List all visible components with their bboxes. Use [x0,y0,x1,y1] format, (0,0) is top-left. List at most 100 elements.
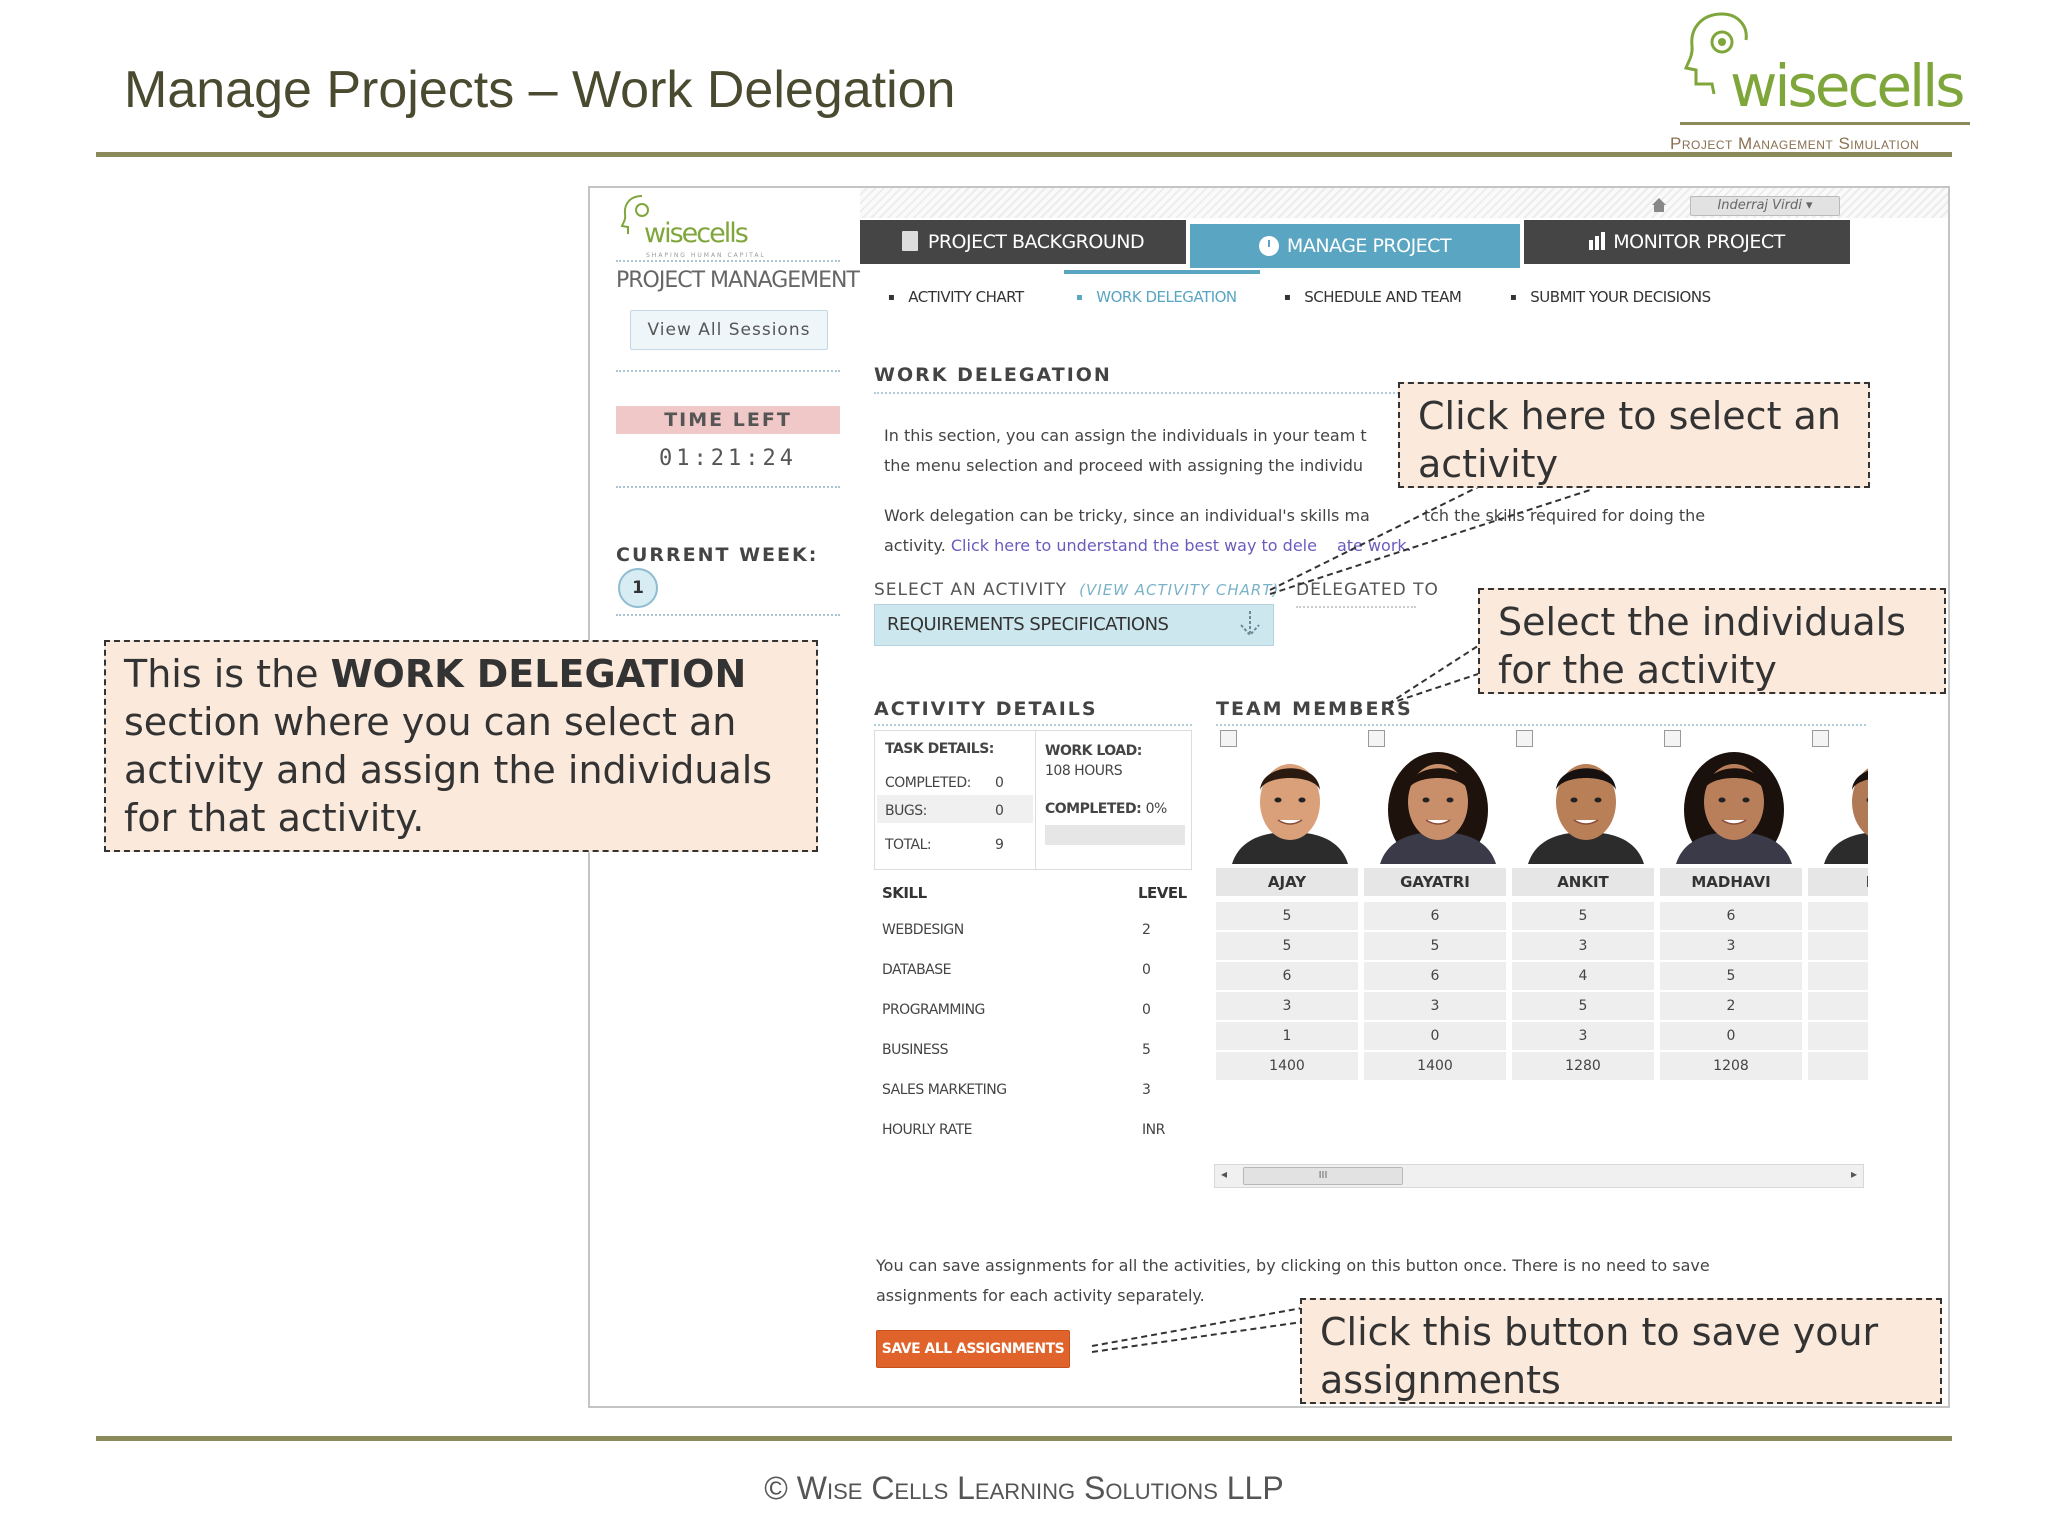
callout-line: assignments [1320,1358,1561,1402]
select-activity-callout: Click here to select an activity [1398,382,1870,488]
member-skill-value: 1400 [1216,1052,1358,1080]
team-member-column: MADHAVI 6 3 5 2 0 1208 [1660,730,1802,1330]
work-delegation-callout: This is the WORK DELEGATION section wher… [104,640,818,852]
subnav-work-delegation[interactable]: WORK DELEGATION [1076,288,1237,306]
heading-rule [1216,724,1866,726]
sidebar-divider [616,260,840,262]
work-delegation-heading: WORK DELEGATION [874,364,1112,386]
team-member-column: GAYATRI 6 5 6 3 0 1400 [1364,730,1506,1330]
skill-name: PROGRAMMING [882,1002,985,1018]
brand-logo: wisecells Project Management Simulation [1670,6,1970,156]
callout-emphasis: WORK DELEGATION [330,652,747,696]
member-name: MADHAVI [1660,868,1802,896]
view-activity-chart-link[interactable]: (VIEW ACTIVITY CHART) [1079,581,1279,599]
subnav-schedule-and-team[interactable]: SCHEDULE AND TEAM [1284,288,1462,306]
bugs-value: 0 [995,803,1004,819]
view-all-sessions-button[interactable]: View All Sessions [630,310,828,350]
member-photo [1370,750,1506,864]
intro-line-2: the menu selection and proceed with assi… [884,456,1364,475]
member-name: MA [1808,868,1868,896]
delegated-to-label: DELEGATED TO [1296,580,1439,600]
callout-line: activity [1418,442,1559,486]
intro-line-4: activity. Click here to understand the b… [884,536,1412,555]
skill-name: DATABASE [882,962,951,978]
team-member-column: ANKIT 5 3 4 5 3 1280 [1512,730,1654,1330]
delegation-help-link-end[interactable]: ate work. [1337,536,1412,555]
tab-manage-project[interactable]: MANAGE PROJECT [1190,224,1520,268]
save-all-assignments-button[interactable]: SAVE ALL ASSIGNMENTS [876,1330,1070,1368]
member-photo [1814,750,1868,864]
completed-label: COMPLETED: [885,775,971,791]
intro-text: activity. [884,536,946,555]
member-skill-value: 6 [1216,962,1358,990]
member-skill-value: 6 [1660,902,1802,930]
skill-level: 0 [1142,1002,1151,1018]
tab-project-background[interactable]: PROJECT BACKGROUND [860,220,1186,264]
team-members-heading: TEAM MEMBERS [1216,698,1413,720]
label-text: SELECT AN ACTIVITY [874,580,1068,600]
member-skill-value: 1400 [1364,1052,1506,1080]
select-individuals-callout: Select the individuals for the activity [1478,588,1946,694]
member-select-checkbox[interactable] [1664,730,1681,747]
tab-label: MONITOR PROJECT [1613,231,1785,253]
total-label: TOTAL: [885,837,932,853]
skill-name: WEBDESIGN [882,922,964,938]
task-details-label: TASK DETAILS: [885,741,994,757]
member-skill-value: 1 [1216,1022,1358,1050]
member-skill-value: 1208 [1660,1052,1802,1080]
workload-label: WORK LOAD: [1045,743,1142,759]
module-name: PROJECT MANAGEMENT [616,268,860,293]
member-photo [1222,750,1358,864]
completed-pct-label: COMPLETED: 0% [1045,801,1167,817]
task-divider [1035,731,1036,869]
member-select-checkbox[interactable] [1516,730,1533,747]
member-skill-value: 5 [1364,932,1506,960]
callout-line: This is the WORK DELEGATION [124,650,798,698]
total-value: 9 [995,837,1004,853]
tab-monitor-project[interactable]: MONITOR PROJECT [1524,220,1850,264]
member-skill-value [1808,1022,1868,1050]
skill-level: 3 [1142,1082,1151,1098]
subnav-submit-decisions[interactable]: SUBMIT YOUR DECISIONS [1510,288,1711,306]
member-select-checkbox[interactable] [1812,730,1829,747]
sidebar-divider [616,614,840,616]
member-skill-value: 5 [1512,902,1654,930]
app-logo-sub: SHAPING HUMAN CAPITAL [646,252,766,259]
user-dropdown[interactable]: Inderraj Virdi ▾ [1690,196,1840,216]
member-skill-value [1808,902,1868,930]
skill-name: SALES MARKETING [882,1082,1007,1098]
member-skill-value: 3 [1660,932,1802,960]
member-select-checkbox[interactable] [1220,730,1237,747]
heading-rule [874,724,1192,726]
bar-chart-icon [1589,222,1606,266]
member-skill-value: 0 [1364,1022,1506,1050]
team-member-column: MA 1( [1808,730,1868,1330]
activity-details-heading: ACTIVITY DETAILS [874,698,1098,720]
callout-line: for that activity. [124,796,425,840]
member-select-checkbox[interactable] [1368,730,1385,747]
activity-select[interactable]: REQUIREMENTS SPECIFICATIONS [874,604,1274,646]
delegation-help-link[interactable]: Click here to understand the best way to… [951,536,1317,555]
level-header: LEVEL [1138,884,1187,902]
brand-tagline: Project Management Simulation [1670,134,1920,153]
member-name: GAYATRI [1364,868,1506,896]
completed-pct-value: 0% [1145,801,1168,817]
label-text: COMPLETED: [1045,801,1142,817]
subnav-activity-chart[interactable]: ACTIVITY CHART [888,288,1024,306]
selected-activity: REQUIREMENTS SPECIFICATIONS [887,614,1169,635]
time-left-value: 01:21:24 [659,446,797,471]
tab-label: PROJECT BACKGROUND [927,231,1145,253]
member-photo [1666,750,1802,864]
callout-line: activity and assign the individuals [124,748,773,792]
home-icon[interactable] [1650,196,1668,214]
task-details-box: TASK DETAILS: COMPLETED: 0 BUGS: 0 TOTAL… [874,730,1192,870]
member-skill-value: 5 [1512,992,1654,1020]
app-logo: wisecells SHAPING HUMAN CAPITAL [616,192,836,259]
sidebar-divider [616,486,840,488]
callout-line: Select the individuals [1498,600,1906,644]
team-member-column: AJAY 5 5 6 3 1 1400 [1216,730,1358,1330]
callout-line: for the activity [1498,648,1777,692]
tab-label: MANAGE PROJECT [1286,235,1452,257]
skill-name: BUSINESS [882,1042,948,1058]
intro-text: Work delegation can be tricky, since an … [884,506,1370,525]
